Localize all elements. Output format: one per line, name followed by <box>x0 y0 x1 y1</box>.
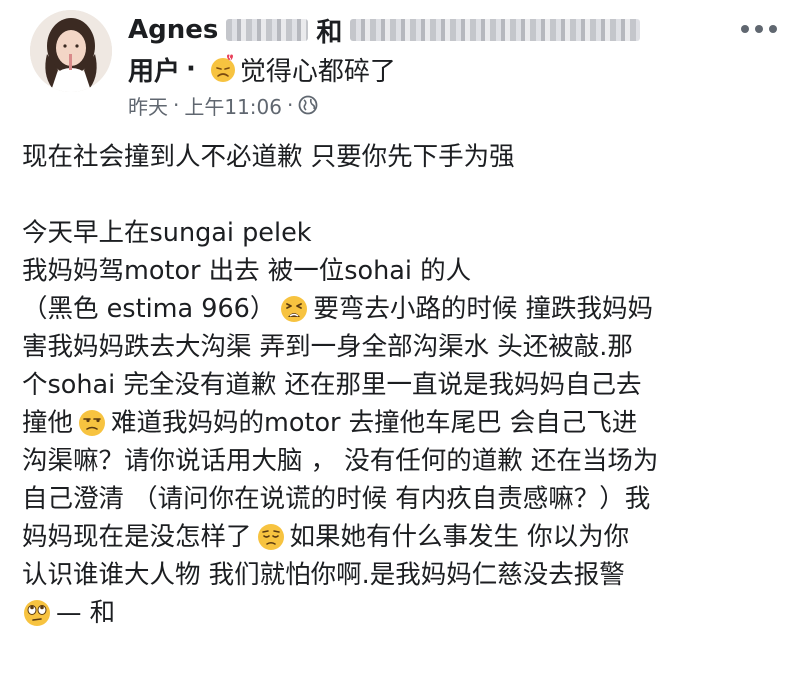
post-time[interactable]: 上午11:06 <box>184 91 282 120</box>
redacted-block <box>350 19 641 41</box>
unamused-face-emoji <box>77 408 107 438</box>
post-text-line: 认识谁谁大人物 我们就怕你啊.是我妈妈仁慈没去报警 <box>22 560 625 590</box>
post-text-segment: — 和 <box>56 598 116 628</box>
tag-connector: 和 <box>316 17 343 48</box>
separator-dot: · <box>173 93 180 117</box>
globe-icon[interactable] <box>298 95 318 115</box>
post-text-line: 害我妈妈跌去大沟渠 弄到一身全部沟渠水 头还被敲.那 <box>22 332 633 362</box>
author-name[interactable]: Agnes <box>128 15 218 45</box>
post-text-line: 现在社会撞到人不必道歉 只要你先下手为强 <box>22 142 515 172</box>
more-options-icon[interactable] <box>740 22 778 36</box>
post-text-line: 自己澄清 （请问你在说谎的时候 有内疚自责感嘛？）我 <box>22 484 651 514</box>
post-body: 现在社会撞到人不必道歉 只要你先下手为强 今天早上在sungai pelek 我… <box>22 138 792 632</box>
post-text-line: 个sohai 完全没有道歉 还在那里一直说是我妈妈自己去 <box>22 370 642 400</box>
eye-roll-face-emoji <box>22 598 52 628</box>
separator-dot: · <box>186 54 196 84</box>
avatar[interactable] <box>30 10 112 92</box>
separator-dot: · <box>287 93 294 117</box>
post-text-line: （黑色 estima 966） 要弯去小路的时候 撞跌我妈妈 <box>22 290 792 328</box>
post-text-segment: 撞他 <box>22 408 74 438</box>
broken-heart-face-icon <box>208 54 238 84</box>
tagged-user[interactable]: 用户 <box>128 51 180 88</box>
tired-face-emoji <box>279 294 309 324</box>
post-text-line: 今天早上在sungai pelek <box>22 218 312 248</box>
post-date[interactable]: 昨天 <box>128 91 168 120</box>
post-text-line: 撞他 难道我妈妈的motor 去撞他车尾巴 会自己飞进 <box>22 404 792 442</box>
post-text-segment: 妈妈现在是没怎样了 <box>22 522 252 552</box>
post-text-segment: 如果她有什么事发生 你以为你 <box>289 522 630 552</box>
post-text-segment: （黑色 estima 966） <box>22 294 276 324</box>
post-text-line: 妈妈现在是没怎样了 如果她有什么事发生 你以为你 <box>22 518 792 556</box>
post-text-segment: 难道我妈妈的motor 去撞他车尾巴 会自己飞进 <box>111 408 638 438</box>
post-text-line: 我妈妈驾motor 出去 被一位sohai 的人 <box>22 256 472 286</box>
feeling-text: 觉得心都碎了 <box>239 56 396 87</box>
avatar-photo <box>30 10 112 92</box>
header-title-line: Agnes 和 <box>128 12 648 48</box>
redacted-block <box>226 19 309 41</box>
post-text-line: — 和 <box>22 594 792 632</box>
post-text-segment: 要弯去小路的时候 撞跌我妈妈 <box>313 294 654 324</box>
post-text-line: 沟渠嘛？请你说话用大脑 ， 没有任何的道歉 还在当场为 <box>22 446 659 476</box>
header-feeling-line: 用户 · 觉得心都碎了 <box>128 51 396 87</box>
post-meta: 昨天 · 上午11:06 · <box>128 91 318 119</box>
pensive-face-emoji <box>256 522 286 552</box>
